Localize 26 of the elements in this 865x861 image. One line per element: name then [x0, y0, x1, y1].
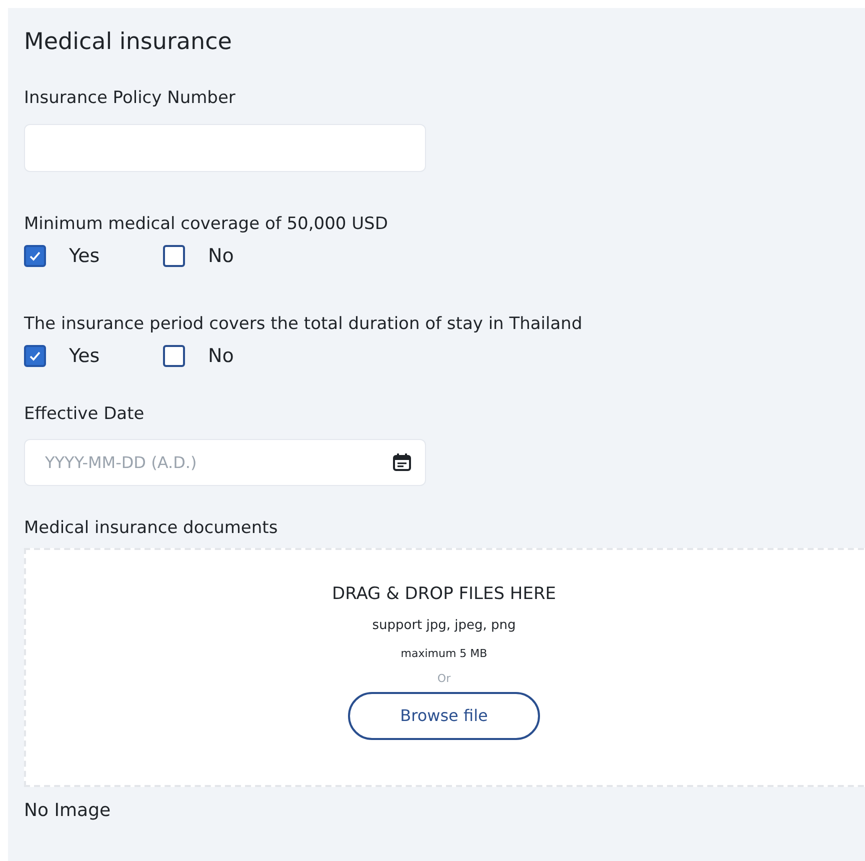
- checkbox[interactable]: [163, 345, 185, 367]
- question-label: Minimum medical coverage of 50,000 USD: [24, 213, 389, 236]
- check-icon: [29, 251, 41, 261]
- file-drop-zone[interactable]: DRAG & DROP FILES HERE support jpg, jpeg, png maximum 5 MB Or Browse file: [24, 548, 865, 787]
- option-label: Yes: [69, 244, 100, 269]
- option-label: No: [208, 244, 234, 269]
- browse-file-button[interactable]: Browse file: [348, 692, 540, 740]
- no-image-text: No Image: [24, 799, 112, 823]
- question-label: The insurance period covers the total duration of stay in Thailand: [24, 313, 584, 336]
- option-label: Yes: [69, 344, 100, 369]
- checkbox[interactable]: [24, 245, 46, 267]
- date-field[interactable]: YYYY-MM-DD (A.D.): [24, 439, 426, 486]
- checkbox[interactable]: [163, 245, 185, 267]
- format-note: support jpg, jpeg, png: [372, 617, 516, 635]
- field-label: Medical insurance documents: [24, 517, 279, 540]
- option-label: No: [208, 344, 234, 369]
- checkbox[interactable]: [24, 345, 46, 367]
- drop-heading: DRAG & DROP FILES HERE: [332, 583, 556, 606]
- field-label: Insurance Policy Number: [24, 87, 236, 110]
- field-label: Effective Date: [24, 403, 146, 426]
- section-title: Medical insurance: [24, 28, 233, 57]
- or-text: Or: [437, 672, 451, 686]
- check-icon: [29, 351, 41, 361]
- size-note: maximum 5 MB: [400, 646, 488, 662]
- calendar-icon[interactable]: [392, 452, 412, 472]
- policy-number-field[interactable]: [24, 124, 426, 172]
